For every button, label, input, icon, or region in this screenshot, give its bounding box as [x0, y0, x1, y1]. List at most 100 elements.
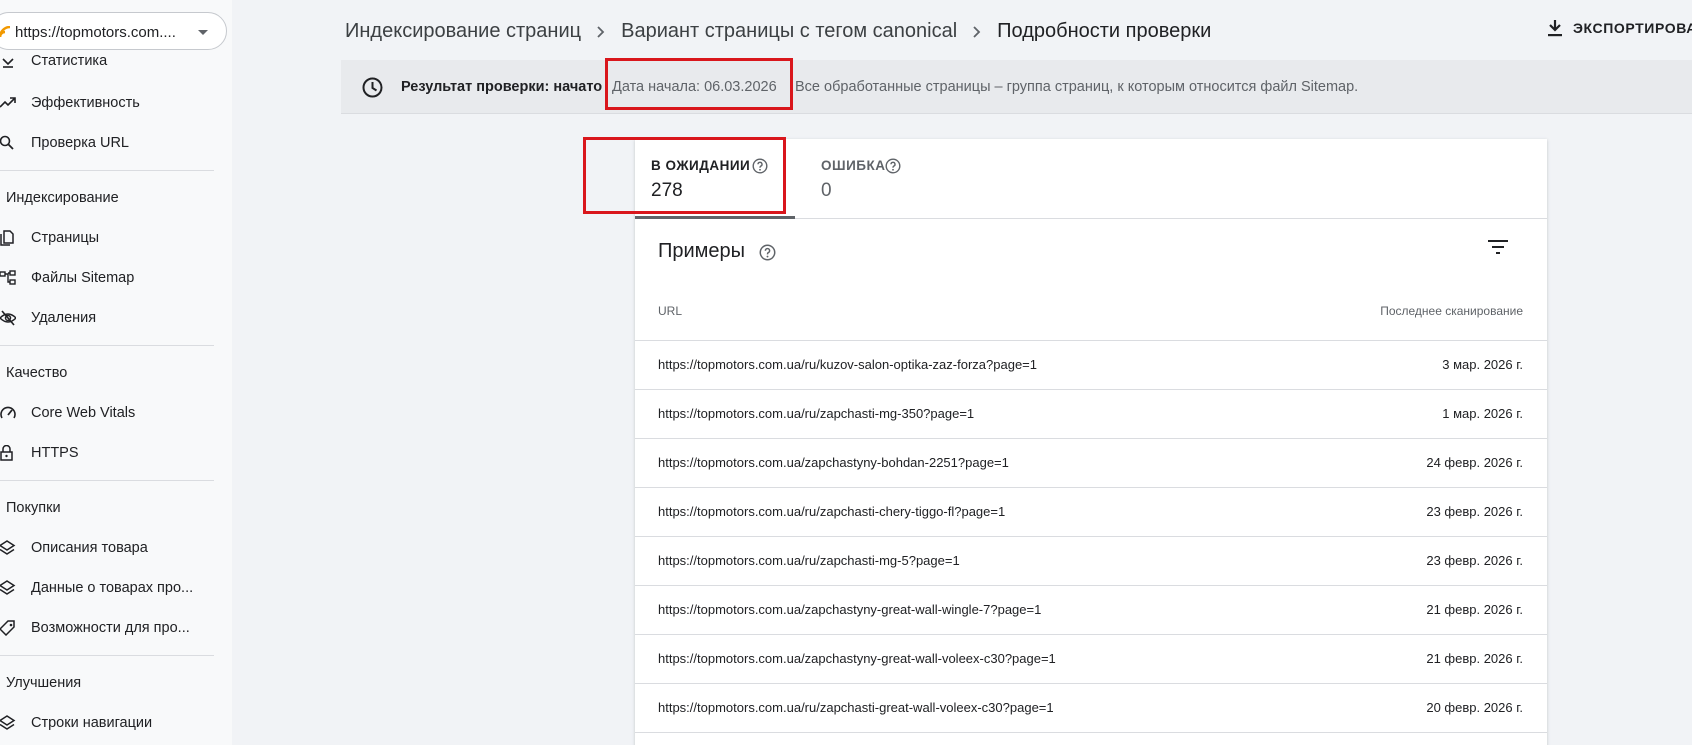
property-url: https://topmotors.com....	[15, 24, 176, 41]
help-icon[interactable]	[759, 244, 776, 261]
table-row[interactable]: https://topmotors.com.ua/ru/zapchasti-ch…	[635, 487, 1547, 536]
sidebar-item-shopping-opportunities[interactable]: Возможности для про...	[0, 608, 232, 648]
validation-result: Результат проверки: начато	[401, 79, 603, 95]
tab-count: 0	[821, 180, 832, 201]
sidebar-item-label: Данные о товарах про...	[31, 580, 194, 596]
removal-icon	[0, 310, 16, 326]
examples-table: https://topmotors.com.ua/ru/kuzov-salon-…	[635, 340, 1547, 745]
filter-icon[interactable]	[1487, 238, 1509, 256]
clock-icon	[362, 77, 383, 98]
sidebar-item-https[interactable]: HTTPS	[0, 433, 232, 473]
sidebar-item-label: Core Web Vitals	[31, 405, 136, 421]
sidebar-item-performance[interactable]: Эффективность	[0, 83, 232, 123]
column-header-url[interactable]: URL	[658, 304, 682, 318]
table-row[interactable]: https://topmotors.com.ua/ru/zapchasti-gr…	[635, 683, 1547, 732]
sidebar: https://topmotors.com.... Статистика Эфф…	[0, 0, 232, 745]
sidebar-item-pages[interactable]: Страницы	[0, 218, 232, 258]
sidebar-section-shopping: Покупки	[6, 500, 61, 516]
bulb-icon	[2, 58, 14, 68]
row-last-crawl: 21 февр. 2026 г.	[1426, 602, 1523, 617]
app: https://topmotors.com.... Статистика Эфф…	[0, 0, 1692, 745]
table-row[interactable]: https://topmotors.com.ua/ru/zapchasti-mg…	[635, 536, 1547, 585]
sidebar-section-quality: Качество	[6, 365, 68, 381]
sidebar-item-label: Удаления	[31, 310, 97, 326]
validation-description: Все обработанные страницы – группа стран…	[795, 79, 1359, 95]
help-icon[interactable]	[885, 158, 901, 174]
sidebar-item-label: Описания товара	[31, 540, 148, 556]
lock-icon	[0, 445, 13, 461]
column-header-last-crawl[interactable]: Последнее сканирование	[1380, 304, 1523, 318]
sidebar-item-url-inspection[interactable]: Проверка URL	[0, 123, 232, 163]
sidebar-item-sitemaps[interactable]: Файлы Sitemap	[0, 258, 232, 298]
download-icon	[1548, 20, 1562, 37]
row-url: https://topmotors.com.ua/ru/zapchasti-mg…	[658, 553, 960, 568]
breadcrumb: Индексирование страниц Вариант страницы …	[345, 20, 1211, 43]
sidebar-item-stats[interactable]: Статистика	[0, 43, 232, 83]
tab-label: ОШИБКА	[821, 158, 886, 173]
breadcrumb-item-page-indexing[interactable]: Индексирование страниц	[345, 20, 581, 43]
tag-icon	[0, 620, 15, 636]
tab-error[interactable]: ОШИБКА 0	[795, 139, 935, 219]
table-row[interactable]: https://topmotors.com.ua/zapchastyny-gre…	[635, 585, 1547, 634]
row-last-crawl: 3 мар. 2026 г.	[1442, 357, 1523, 372]
sidebar-item-label: Эффективность	[31, 95, 140, 111]
sidebar-section-indexing: Индексирование	[6, 190, 119, 206]
table-row[interactable]: https://topmotors.com.ua/ru/zapchasti-mg…	[635, 389, 1547, 438]
sidebar-divider	[0, 655, 214, 656]
sidebar-item-label: Возможности для про...	[31, 620, 190, 636]
export-label: ЭКСПОРТИРОВА	[1573, 20, 1692, 36]
row-last-crawl: 23 февр. 2026 г.	[1426, 504, 1523, 519]
sidebar-divider	[0, 170, 214, 171]
row-last-crawl: 1 мар. 2026 г.	[1442, 406, 1523, 421]
sidebar-divider	[0, 345, 214, 346]
highlight-box-start-date	[605, 58, 793, 110]
validation-status-bar: Результат проверки: начато Дата начала: …	[341, 60, 1692, 114]
breadcrumb-item-canonical[interactable]: Вариант страницы с тегом canonical	[621, 20, 957, 43]
row-last-crawl: 23 февр. 2026 г.	[1426, 553, 1523, 568]
pages-icon	[0, 230, 14, 246]
sidebar-item-label: Проверка URL	[31, 135, 129, 151]
sidebar-item-label: Строки навигации	[31, 715, 153, 731]
table-row[interactable]: https://topmotors.com.ua/zapchastyny-boh…	[635, 438, 1547, 487]
row-url: https://topmotors.com.ua/ru/kuzov-salon-…	[658, 357, 1037, 372]
row-last-crawl: 24 февр. 2026 г.	[1426, 455, 1523, 470]
row-url: https://topmotors.com.ua/ru/zapchasti-gr…	[658, 700, 1054, 715]
table-row[interactable]: https://topmotors.com.ua/ru/kuzov-salon-…	[635, 340, 1547, 389]
breadcrumb-item-current: Подробности проверки	[997, 20, 1212, 42]
row-last-crawl: 21 февр. 2026 г.	[1426, 651, 1523, 666]
sidebar-divider	[0, 480, 214, 481]
row-last-crawl: 20 февр. 2026 г.	[1426, 700, 1523, 715]
row-url: https://topmotors.com.ua/zapchastyny-gre…	[658, 651, 1056, 666]
row-url: https://topmotors.com.ua/ru/zapchasti-ch…	[658, 504, 1006, 519]
highlight-box-pending-tab	[583, 137, 786, 214]
sitemap-icon	[0, 270, 16, 285]
sidebar-item-label: HTTPS	[31, 445, 79, 461]
sidebar-item-breadcrumbs[interactable]: Строки навигации	[0, 703, 232, 743]
row-url: https://topmotors.com.ua/ru/zapchasti-mg…	[658, 406, 975, 421]
site-favicon-icon	[0, 26, 11, 38]
sidebar-item-label: Статистика	[31, 53, 108, 69]
sidebar-item-core-web-vitals[interactable]: Core Web Vitals	[0, 393, 232, 433]
examples-card: В ОЖИДАНИИ 278 ОШИБКА 0 Примеры URL Посл…	[635, 139, 1547, 745]
row-url: https://topmotors.com.ua/zapchastyny-gre…	[658, 602, 1042, 617]
table-row[interactable]	[635, 732, 1547, 745]
layers-icon	[0, 580, 16, 595]
layers-icon	[0, 540, 16, 555]
examples-title: Примеры	[658, 240, 746, 262]
gauge-icon	[0, 406, 16, 419]
sidebar-item-merchant-listings[interactable]: Данные о товарах про...	[0, 568, 232, 608]
sidebar-item-removals[interactable]: Удаления	[0, 298, 232, 338]
sidebar-item-label: Файлы Sitemap	[31, 270, 135, 286]
search-icon	[0, 135, 14, 150]
sidebar-section-enhancements: Улучшения	[6, 675, 82, 691]
chevron-right-icon	[973, 25, 981, 38]
chevron-down-icon[interactable]	[198, 30, 208, 35]
sidebar-item-label: Страницы	[31, 230, 100, 246]
row-url: https://topmotors.com.ua/zapchastyny-boh…	[658, 455, 1009, 470]
sidebar-item-product-snippets[interactable]: Описания товара	[0, 528, 232, 568]
layers-icon	[0, 715, 16, 730]
chevron-right-icon	[597, 25, 605, 38]
table-row[interactable]: https://topmotors.com.ua/zapchastyny-gre…	[635, 634, 1547, 683]
export-button[interactable]: ЭКСПОРТИРОВА	[1547, 19, 1692, 37]
trending-icon	[0, 97, 16, 108]
